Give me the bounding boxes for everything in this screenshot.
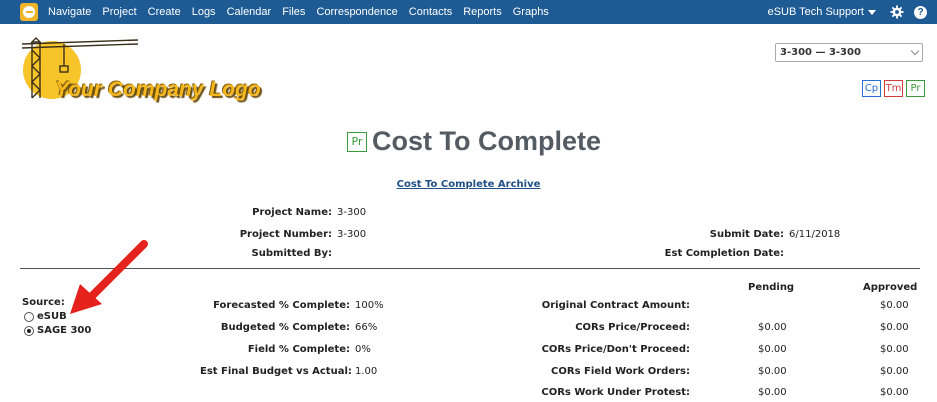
project-select[interactable]: 3-300 — 3-300 [775,43,923,62]
forecasted-complete-row: Forecasted % Complete: 100% [200,300,384,311]
cors-price-proceed-row: CORs Price/Proceed: $0.00 $0.00 [530,322,908,333]
nav-item-navigate[interactable]: Navigate [48,6,91,18]
approved-value: $0.00 [880,300,909,311]
original-contract-row: Original Contract Amount: $0.00 [530,300,909,311]
chevron-down-icon [868,9,876,15]
red-arrow-icon [70,240,148,314]
stat-value: 1.00 [355,366,378,377]
cors-work-under-protest-row: CORs Work Under Protest: $0.00 $0.00 [530,387,908,398]
section-divider [20,268,920,269]
help-icon[interactable]: ? [914,5,927,19]
nav-item-correspondence[interactable]: Correspondence [316,6,397,18]
nav-menu: Navigate Project Create Logs Calendar Fi… [48,6,560,18]
approved-value: $0.00 [880,322,909,333]
stat-value: 100% [355,300,384,311]
stat-label: Original Contract Amount: [541,300,690,311]
esub-logo-icon[interactable] [20,3,38,21]
nav-item-contacts[interactable]: Contacts [409,6,452,18]
nav-item-create[interactable]: Create [148,6,181,18]
project-name-field: Project Name: 3-300 [200,207,366,218]
nav-right-group: eSUB Tech Support ? [768,0,927,24]
stat-label: CORs Price/Proceed: [575,322,690,333]
pending-header: Pending [748,282,795,293]
approved-value: $0.00 [880,366,909,377]
est-completion-field: Est Completion Date: [640,248,789,259]
submit-date-field: Submit Date: 6/11/2018 [640,229,840,240]
nav-item-graphs[interactable]: Graphs [513,6,549,18]
stat-label: CORs Work Under Protest: [541,387,690,398]
project-number-value: 3-300 [337,229,367,240]
est-final-budget-row: Est Final Budget vs Actual: 1.00 [200,366,377,377]
source-option-esub[interactable]: eSUB [24,311,67,322]
stat-value: 66% [355,322,378,333]
company-logo-text: Your Company Logo [55,78,261,101]
project-name-label: Project Name: [252,207,332,218]
source-option-sage[interactable]: SAGE 300 [24,325,91,336]
cp-badge[interactable]: Cp [862,80,881,97]
pending-value: $0.00 [758,322,787,333]
pending-value: $0.00 [758,344,787,355]
est-completion-label: Est Completion Date: [664,248,784,259]
submit-date-label: Submit Date: [709,229,784,240]
top-nav-bar: Navigate Project Create Logs Calendar Fi… [0,0,937,24]
nav-item-logs[interactable]: Logs [192,6,216,18]
stat-label: CORs Price/Don't Proceed: [541,344,690,355]
submitted-by-field: Submitted By: [200,248,337,259]
stat-value: 0% [355,344,371,355]
stat-label: Forecasted % Complete: [213,300,350,311]
stat-label: Field % Complete: [247,344,350,355]
cors-field-work-orders-row: CORs Field Work Orders: $0.00 $0.00 [530,366,909,377]
user-name: eSUB Tech Support [767,6,864,18]
project-number-label: Project Number: [239,229,332,240]
project-name-value: 3-300 [337,207,367,218]
chevron-down-icon [910,46,920,56]
approved-header: Approved [863,282,918,293]
module-badges: Cp Tm Pr [862,80,925,97]
project-select-value: 3-300 — 3-300 [780,47,861,58]
nav-item-files[interactable]: Files [282,6,305,18]
submit-date-value: 6/11/2018 [789,229,841,240]
radio-esub[interactable] [24,311,34,322]
pending-value: $0.00 [758,366,787,377]
approved-value: $0.00 [880,344,909,355]
source-label: Source: [22,297,65,308]
nav-item-project[interactable]: Project [102,6,136,18]
nav-item-calendar[interactable]: Calendar [227,6,272,18]
user-menu[interactable]: eSUB Tech Support [768,6,876,18]
pending-value: $0.00 [758,387,787,398]
archive-link[interactable]: Cost To Complete Archive [0,179,937,190]
stat-label: Budgeted % Complete: [220,322,350,333]
company-logo: Your Company Logo [20,36,300,106]
field-complete-row: Field % Complete: 0% [200,344,371,355]
pr-title-badge: Pr [347,131,367,152]
project-number-field: Project Number: 3-300 [200,229,366,240]
stat-label: Est Final Budget vs Actual: [200,366,352,377]
radio-sage[interactable] [24,325,34,336]
radio-sage-label: SAGE 300 [37,325,92,336]
page-title: Cost To Complete [372,126,601,156]
stat-label: CORs Field Work Orders: [551,366,690,377]
pr-badge[interactable]: Pr [906,80,925,97]
cors-price-dont-proceed-row: CORs Price/Don't Proceed: $0.00 $0.00 [530,344,909,355]
nav-item-reports[interactable]: Reports [463,6,502,18]
gear-icon[interactable] [890,5,904,19]
approved-value: $0.00 [880,387,909,398]
page-header: Pr Cost To Complete [347,126,601,157]
tm-badge[interactable]: Tm [884,80,903,97]
budgeted-complete-row: Budgeted % Complete: 66% [200,322,377,333]
submitted-by-label: Submitted By: [251,248,332,259]
